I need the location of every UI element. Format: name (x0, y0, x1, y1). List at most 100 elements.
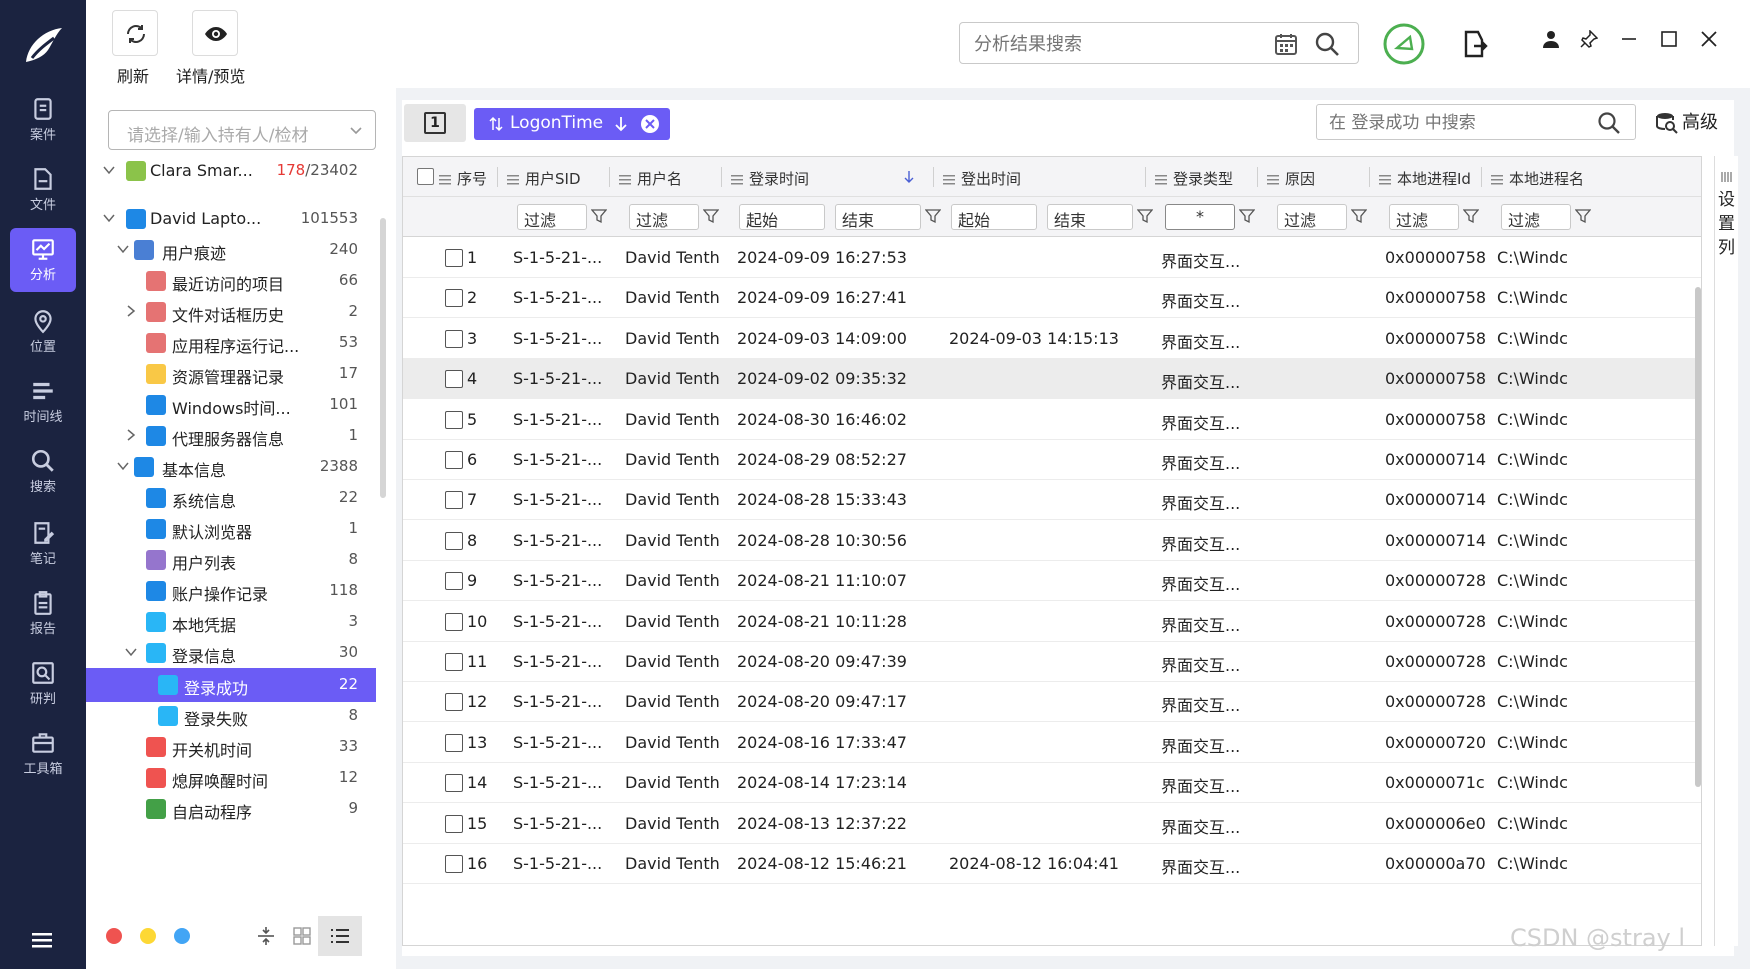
sort-chip[interactable]: LogonTime (474, 108, 670, 140)
row-checkbox[interactable] (445, 491, 463, 510)
chevron-down-icon[interactable] (116, 459, 130, 473)
yellow-dot-icon[interactable] (140, 928, 156, 944)
search-icon[interactable] (1314, 31, 1340, 57)
close-icon[interactable] (1700, 30, 1718, 48)
table-row[interactable]: 16 S-1-5-21-... David Tenth 2024-08-12 15:4… (403, 844, 1701, 884)
calendar-icon[interactable] (1274, 32, 1298, 56)
table-row[interactable]: 10 S-1-5-21-... David Tenth 2024-08-21 10:1… (403, 602, 1701, 642)
nav-item-search[interactable]: 搜索 (10, 440, 76, 504)
filter-icon[interactable] (702, 208, 720, 224)
tree-node[interactable]: 应用程序运行记... 53 (86, 326, 376, 360)
table-row[interactable]: 11 S-1-5-21-... David Tenth 2024-08-20 09:4… (403, 642, 1701, 682)
row-checkbox[interactable] (445, 572, 463, 591)
nav-item-judge[interactable]: 研判 (10, 652, 76, 716)
column-header[interactable]: 用户名 (619, 157, 731, 197)
list-view-button[interactable] (318, 916, 362, 956)
row-checkbox[interactable] (445, 653, 463, 671)
filter-icon[interactable] (1238, 208, 1256, 224)
filter-input[interactable]: 过滤 (1277, 204, 1347, 230)
page-button[interactable]: 1 (404, 104, 466, 142)
minimize-icon[interactable] (1620, 30, 1638, 48)
red-dot-icon[interactable] (106, 928, 122, 944)
table-row[interactable]: 5 S-1-5-21-... David Tenth 2024-08-30 16:46… (403, 400, 1701, 440)
column-header[interactable]: 登出时间 (943, 157, 1155, 197)
shield-status-icon[interactable] (1382, 22, 1426, 66)
table-row[interactable]: 13 S-1-5-21-... David Tenth 2024-08-16 17:3… (403, 723, 1701, 763)
blue-dot-icon[interactable] (174, 928, 190, 944)
nav-item-file[interactable]: 文件 (10, 158, 76, 222)
tree-node[interactable]: 登录成功 22 (86, 668, 376, 702)
drag-handle-icon[interactable] (943, 174, 955, 185)
column-header[interactable]: 序号 (439, 157, 509, 197)
row-checkbox[interactable] (445, 370, 463, 389)
filter-input[interactable]: 过滤 (517, 204, 587, 230)
row-checkbox[interactable] (445, 855, 463, 873)
tree-node[interactable]: 最近访问的项目 66 (86, 264, 376, 298)
filter-icon[interactable] (1462, 208, 1480, 224)
row-checkbox[interactable] (445, 329, 463, 348)
filter-icon[interactable] (1574, 208, 1592, 224)
tree-node[interactable]: 开关机时间 33 (86, 730, 376, 764)
select-all-checkbox[interactable] (417, 168, 434, 185)
nav-item-case[interactable]: 案件 (10, 88, 76, 152)
table-row[interactable]: 3 S-1-5-21-... David Tenth 2024-09-03 14:09… (403, 319, 1701, 359)
tree-node[interactable]: 基本信息 2388 (86, 450, 376, 484)
nav-item-notes[interactable]: 笔记 (10, 512, 76, 576)
column-header[interactable]: 原因 (1267, 157, 1379, 197)
table-row[interactable]: 7 S-1-5-21-... David Tenth 2024-08-28 15:33… (403, 480, 1701, 521)
table-vertical-scrollbar[interactable] (1695, 287, 1701, 787)
table-row[interactable]: 15 S-1-5-21-... David Tenth 2024-08-13 12:3… (403, 804, 1701, 844)
filter-input[interactable]: 过滤 (1389, 204, 1459, 230)
holder-select[interactable]: 请选择/输入持有人/检材 (108, 110, 376, 150)
tree-node[interactable]: 登录信息 30 (86, 636, 376, 670)
chevron-down-icon[interactable] (102, 163, 116, 177)
filter-icon[interactable] (1136, 208, 1154, 224)
nav-item-location[interactable]: 位置 (10, 300, 76, 364)
row-checkbox[interactable] (445, 774, 463, 793)
pin-icon[interactable] (1580, 30, 1598, 48)
export-icon[interactable] (1462, 30, 1488, 58)
table-row[interactable]: 1 S-1-5-21-... David Tenth 2024-09-09 16:27… (403, 238, 1701, 278)
column-header[interactable]: 登录类型 (1155, 157, 1267, 197)
row-checkbox[interactable] (445, 249, 463, 267)
tree-node[interactable]: David Lapto... 101553 (86, 202, 376, 236)
nav-item-toolbox[interactable]: 工具箱 (10, 722, 76, 786)
row-checkbox[interactable] (445, 814, 463, 833)
column-header[interactable]: 本地进程Id (1379, 157, 1491, 197)
drag-handle-icon[interactable] (1155, 174, 1167, 185)
inner-search-input[interactable] (1329, 111, 1579, 135)
row-checkbox[interactable] (445, 451, 463, 469)
details-preview-button[interactable] (192, 10, 238, 56)
tree-node[interactable]: Windows时间... 101 (86, 388, 376, 422)
drag-handle-icon[interactable] (507, 174, 519, 185)
tree-node[interactable]: 登录失败 8 (86, 699, 376, 733)
user-icon[interactable] (1542, 30, 1560, 48)
filter-input[interactable]: 过滤 (1501, 204, 1571, 230)
filter-icon[interactable] (1350, 208, 1368, 224)
tree-node[interactable]: 自启动程序 9 (86, 792, 376, 826)
drag-handle-icon[interactable] (731, 174, 743, 185)
grid-view-icon[interactable] (292, 926, 312, 946)
filter-icon[interactable] (924, 208, 942, 224)
remove-chip-icon[interactable] (640, 114, 660, 134)
row-checkbox[interactable] (445, 531, 463, 550)
filter-input[interactable]: * (1165, 204, 1235, 230)
filter-icon[interactable] (590, 208, 608, 224)
drag-handle-icon[interactable] (1491, 174, 1503, 185)
chevron-right-icon[interactable] (124, 428, 138, 442)
chevron-down-icon[interactable] (102, 211, 116, 225)
row-checkbox[interactable] (445, 289, 463, 308)
result-search-input[interactable] (974, 31, 1254, 57)
tree-node[interactable]: 代理服务器信息 1 (86, 419, 376, 453)
filter-end-input[interactable]: 结束 (1047, 204, 1133, 230)
tree-node[interactable]: 本地凭据 3 (86, 605, 376, 639)
settings-column-button[interactable]: 设置列 (1714, 156, 1738, 946)
table-row[interactable]: 9 S-1-5-21-... David Tenth 2024-08-21 11:10… (403, 561, 1701, 602)
drag-handle-icon[interactable] (619, 174, 631, 185)
maximize-icon[interactable] (1660, 30, 1678, 48)
chevron-down-icon[interactable] (124, 645, 138, 659)
tree-node[interactable]: 熄屏唤醒时间 12 (86, 761, 376, 795)
tree-node[interactable]: 文件对话框历史 2 (86, 295, 376, 329)
column-header[interactable]: 本地进程名 (1491, 157, 1603, 197)
tree-node[interactable]: 用户列表 8 (86, 543, 376, 577)
